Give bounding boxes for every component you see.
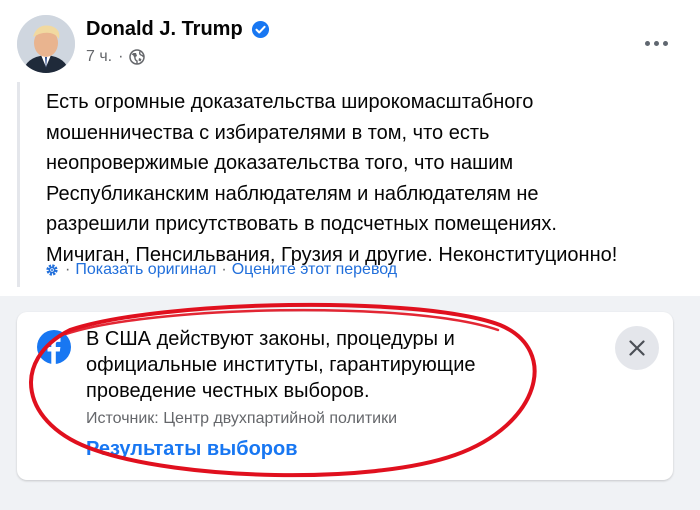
more-dot — [644, 40, 650, 46]
globe-icon[interactable] — [129, 49, 146, 65]
facebook-logo-icon — [37, 330, 71, 364]
verified-badge-icon — [251, 20, 269, 39]
more-options-icon[interactable] — [642, 33, 670, 53]
author-avatar[interactable] — [17, 15, 75, 73]
post-text: Есть огромные доказательства широкомасшт… — [46, 91, 618, 266]
gear-icon[interactable] — [44, 262, 60, 278]
author-name[interactable]: Donald J. Trump — [86, 18, 270, 41]
avatar-portrait — [17, 15, 75, 73]
translation-bar: · Показать оригинал · Оцените этот перев… — [44, 261, 397, 279]
translation-separator: · — [65, 261, 71, 278]
translation-separator: · — [221, 261, 227, 278]
post-card: Donald J. Trump 7 ч. · Есть огромные док… — [0, 0, 700, 296]
election-info-notice: В США действуют законы, процедуры и офиц… — [17, 312, 673, 480]
post-meta: 7 ч. · — [86, 48, 146, 66]
rate-translation-link[interactable]: Оцените этот перевод — [232, 261, 397, 279]
more-dot — [653, 40, 659, 46]
meta-separator: · — [118, 48, 124, 65]
author-name-text[interactable]: Donald J. Trump — [86, 18, 243, 41]
show-original-link[interactable]: Показать оригинал — [75, 261, 216, 279]
more-dot — [662, 40, 668, 46]
close-button[interactable] — [615, 326, 659, 370]
post-time[interactable]: 7 ч. — [86, 48, 112, 66]
close-icon — [629, 340, 645, 356]
translated-text-bar — [17, 82, 20, 287]
notice-text: В США действуют законы, процедуры и офиц… — [86, 328, 476, 402]
notice-source: Источник: Центр двухпартийной политики — [86, 410, 398, 427]
election-results-link[interactable]: Результаты выборов — [86, 438, 298, 461]
